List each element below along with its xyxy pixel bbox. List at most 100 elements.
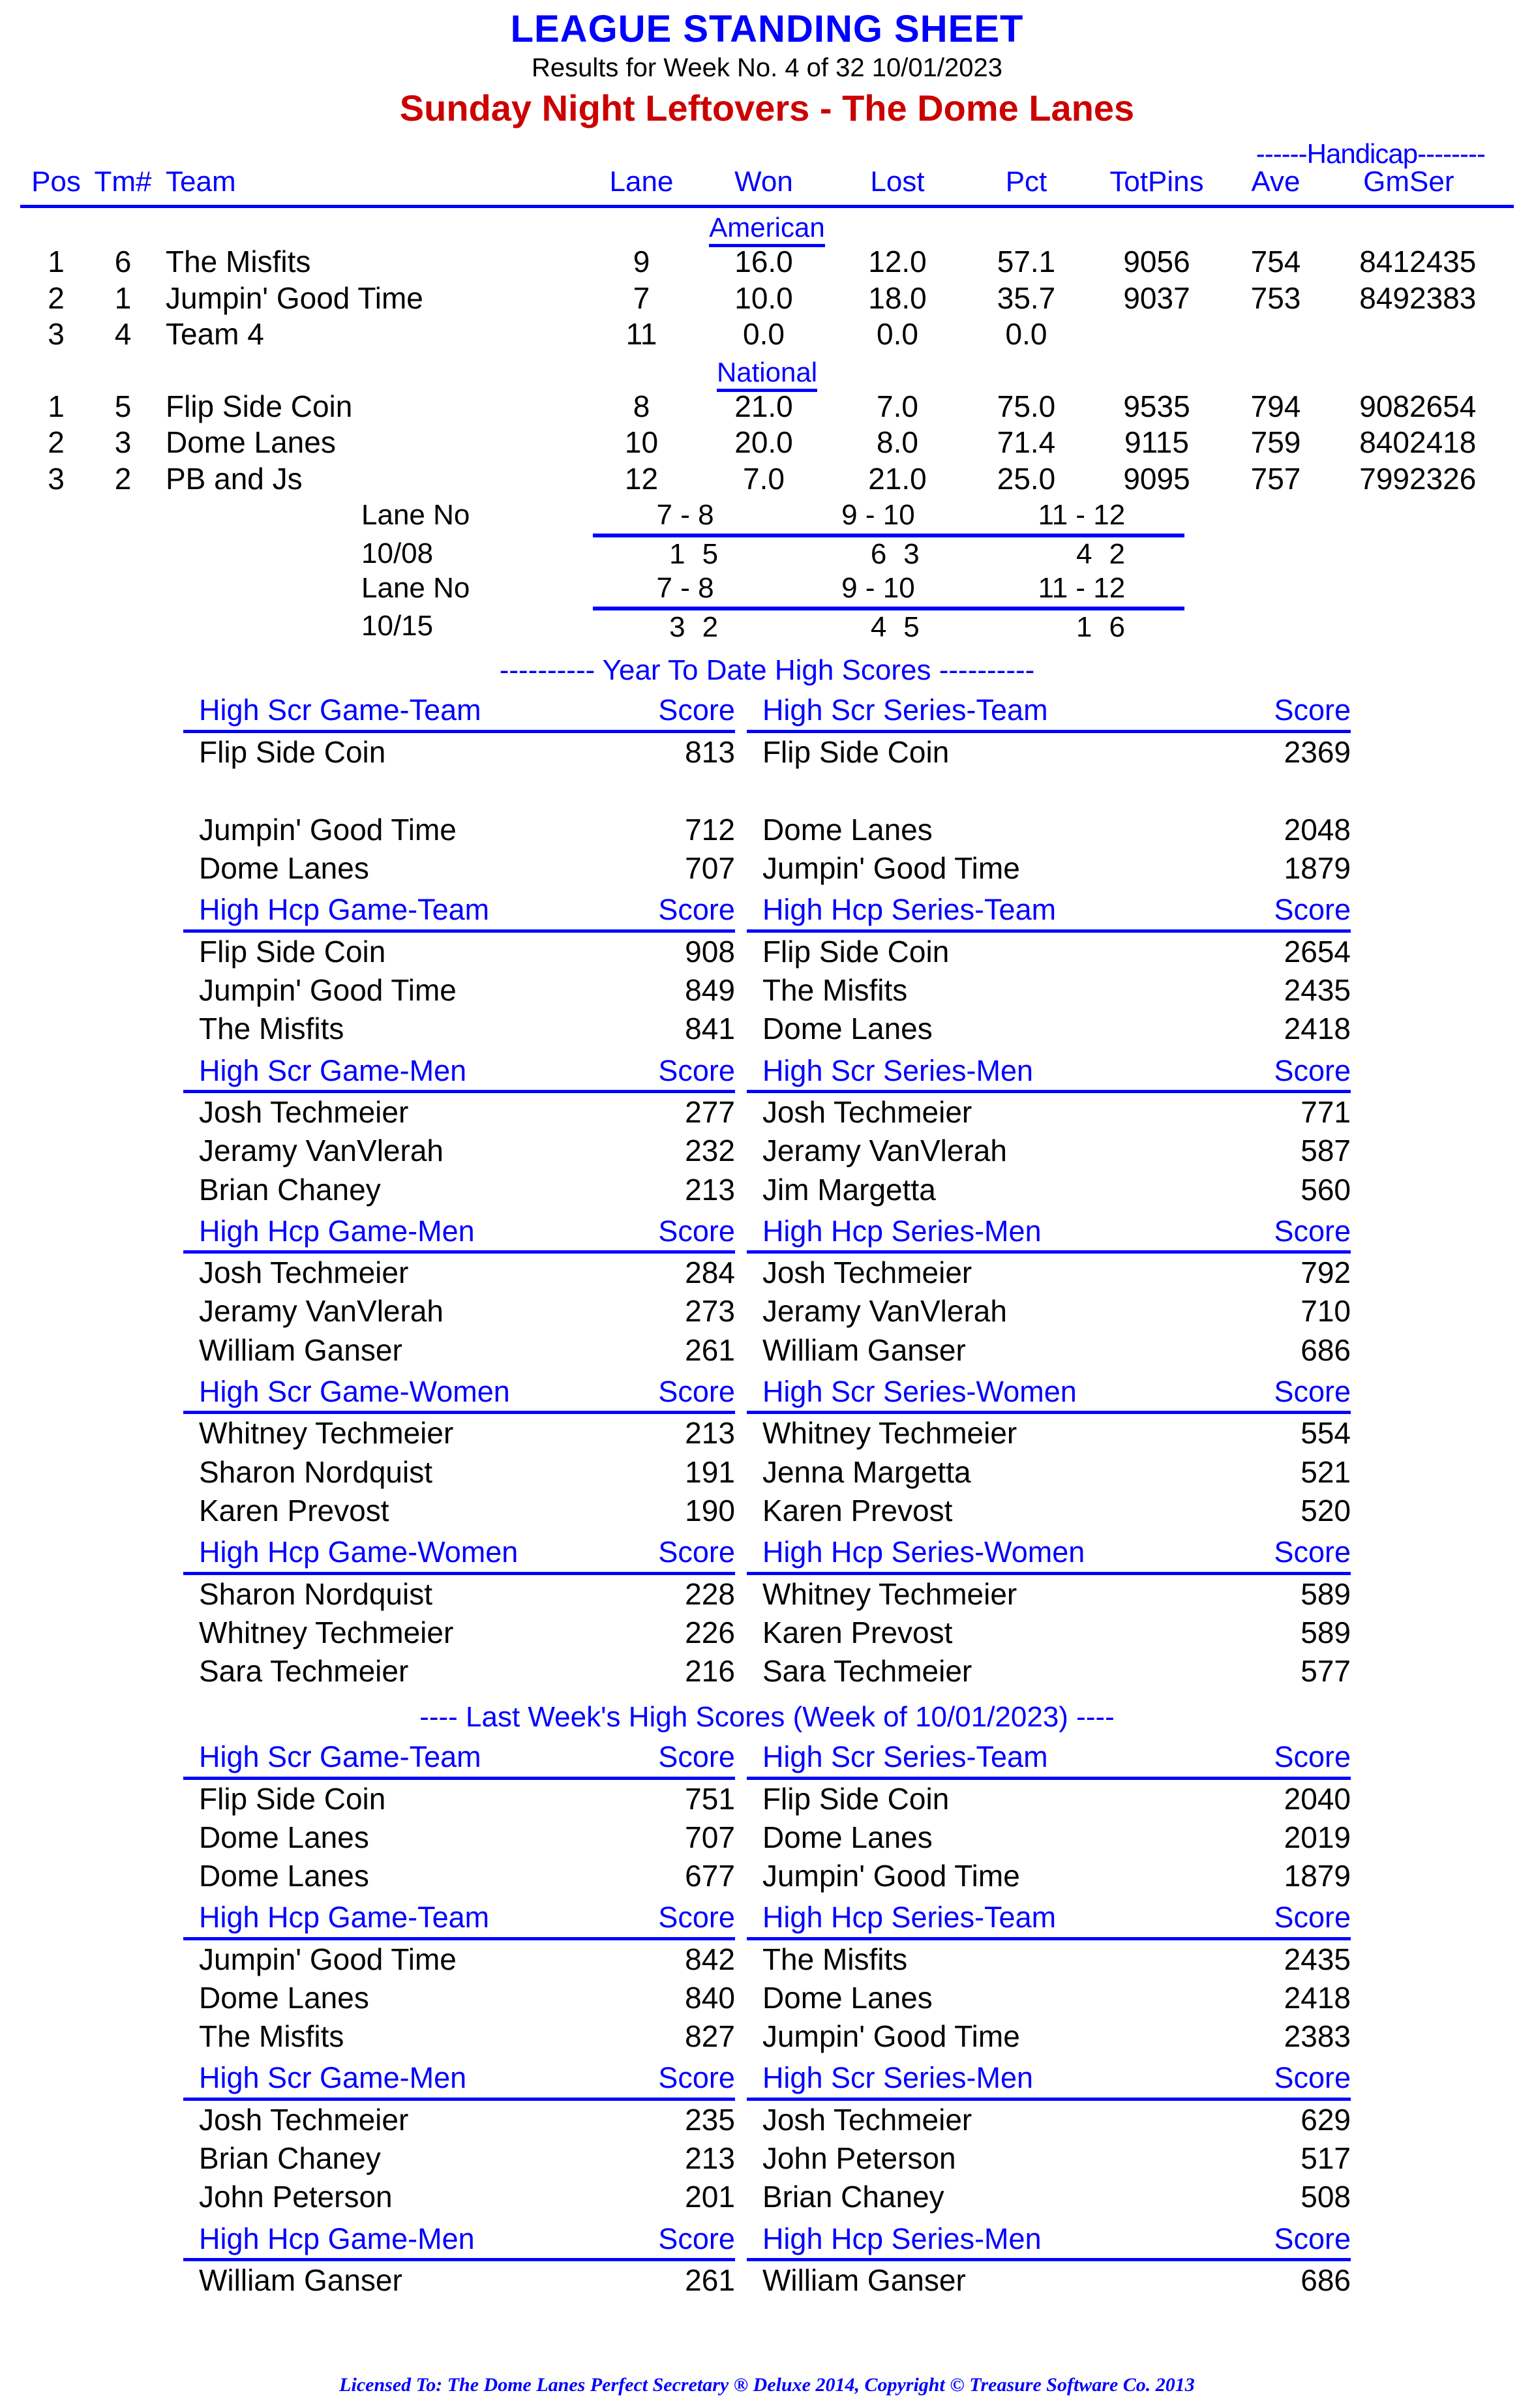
entry-score-right: 589 [1301,1615,1351,1649]
lane-header-row-1: Lane No 7 - 8 9 - 10 11 - 12 [350,498,1184,531]
table-row: 1 6 The Misfits 9 16.0 12.0 57.1 9056 75… [20,244,1514,280]
block-right-score-title: Score [1274,1535,1351,1569]
standings-body: American 1 6 The Misfits 9 16.0 12.0 57.… [20,207,1514,498]
col-header-lane: Lane [609,166,674,198]
block-left-title: High Hcp Game-Team [199,1901,490,1934]
block-gap [735,1247,747,1252]
block-gap [735,926,747,931]
entry-name-right: Flip Side Coin [762,1781,950,1816]
entry-name-right: Jim Margetta [762,1172,936,1207]
cell-pos: 2 [48,280,65,315]
block-gap [735,1049,747,1087]
block-gap [735,1292,747,1331]
entry-name-right: Jumpin' Good Time [762,2019,1020,2054]
block-left-score-title: Score [658,1053,735,1087]
cell-team: PB and Js [166,461,303,496]
cell-lost: 18.0 [868,280,927,315]
entry-name-left: Jumpin' Good Time [199,973,457,1008]
high-score-row: Flip Side Coin 908 Flip Side Coin 2654 [183,931,1351,971]
entry-score-left: 261 [685,2263,735,2298]
entry-score-left: 213 [685,1416,735,1451]
page-title: LEAGUE STANDING SHEET [510,8,1024,50]
entry-score-left: 712 [685,813,735,847]
high-score-block-header: High Hcp Game-Men Score High Hcp Series-Me… [183,2217,1351,2255]
entry-name-left: Brian Chaney [199,2141,381,2176]
entry-name-left: Jumpin' Good Time [199,813,457,847]
high-score-row: Josh Techmeier 277 Josh Techmeier 771 [183,1092,1351,1132]
entry-name-left: Dome Lanes [199,1981,369,2015]
division-label: American [709,212,825,247]
lane-schedule-section: Lane No 7 - 8 9 - 10 11 - 12 10/08 1 5 6… [350,498,1184,644]
block-gap [735,731,747,772]
high-score-block-header: High Hcp Game-Team Score High Hcp Series-T… [183,888,1351,926]
cell-pos: 1 [48,389,65,423]
last-week-high-scores-section: High Scr Game-Team Score High Scr Series-T… [183,1735,1351,2300]
block-right-score-title: Score [1274,2221,1351,2255]
cell-tm: 1 [114,280,132,315]
high-score-block-header: High Hcp Game-Team Score High Hcp Series-T… [183,1895,1351,1934]
high-score-block-divider [183,2255,1351,2262]
block-gap [735,1492,747,1530]
block-gap [735,1934,747,1939]
high-score-row: Whitney Techmeier 213 Whitney Techmeier 554 [183,1413,1351,1453]
table-row: 2 3 Dome Lanes 10 20.0 8.0 71.4 9115 759… [20,425,1514,461]
block-left-score-title: Score [658,1374,735,1408]
cell-tm: 3 [114,425,132,460]
high-score-row: Dome Lanes 677 Jumpin' Good Time 1879 [183,1857,1351,1895]
cell-tm: 6 [114,245,132,279]
block-left-score-title: Score [658,1214,735,1248]
lane-team-slot: 1 [1075,610,1092,643]
block-gap [735,1010,747,1048]
cell-lost: 7.0 [877,389,918,423]
entry-name-right: Sara Techmeier [762,1653,972,1688]
lane-pair-11-12: 11 - 12 [1038,571,1126,604]
entry-score-right: 2418 [1284,1981,1351,2015]
block-left-divider [183,1568,735,1575]
entry-score-right: 792 [1301,1256,1351,1290]
lane-week-row: 10/08 1 5 6 3 4 2 [350,535,1184,571]
ytd-banner: ---------- Year To Date High Scores ----… [499,654,1035,687]
cell-pos: 2 [48,425,65,460]
block-gap [735,971,747,1010]
cell-team: Jumpin' Good Time [166,280,423,315]
entry-score-right: 2019 [1284,1820,1351,1854]
cell-tm: 2 [114,461,132,496]
entry-name-left: Whitney Techmeier [199,1615,454,1649]
block-gap [735,888,747,926]
block-gap [735,2255,747,2260]
block-gap [735,1735,747,1773]
entry-score-right: 554 [1301,1416,1351,1451]
lane-divider [593,531,1184,538]
table-row: 3 2 PB and Js 12 7.0 21.0 25.0 9095 757 … [20,461,1514,498]
block-right-divider [746,1933,1351,1940]
entry-score-left: 213 [685,1172,735,1207]
entry-name-right: Jumpin' Good Time [762,851,1020,886]
block-right-score-title: Score [1274,693,1351,727]
entry-score-left: 849 [685,973,735,1008]
block-gap [735,2094,747,2099]
cell-hcp-ser: 2383 [1409,280,1477,315]
lane-pair-9-10: 9 - 10 [841,499,915,532]
block-gap [735,1209,747,1248]
cell-tm: 5 [114,389,132,423]
block-left-title: High Hcp Game-Team [199,893,490,927]
cell-pct: 75.0 [997,389,1056,423]
high-score-row: John Peterson 201 Brian Chaney 508 [183,2178,1351,2216]
entry-name-right [747,772,1184,811]
col-header-team: Team [166,166,236,198]
entry-name-left: Flip Side Coin [199,1781,386,1816]
entry-score-right: 2040 [1284,1781,1351,1816]
lane-header-row-2: Lane No 7 - 8 9 - 10 11 - 12 [350,571,1184,604]
block-right-divider [746,926,1351,933]
block-gap [735,1938,747,1979]
block-gap [735,811,747,849]
block-gap [735,1573,747,1614]
lane-rule-2 [350,603,1184,610]
ytd-high-scores-section: High Scr Game-Team Score High Scr Series-T… [183,688,1351,1691]
block-gap [735,931,747,971]
col-header-won: Won [734,166,793,198]
entry-score-left: 261 [685,1332,735,1367]
cell-ave: 757 [1250,461,1301,496]
lane-team-slot: 3 [669,610,685,643]
cell-team: The Misfits [166,245,311,279]
